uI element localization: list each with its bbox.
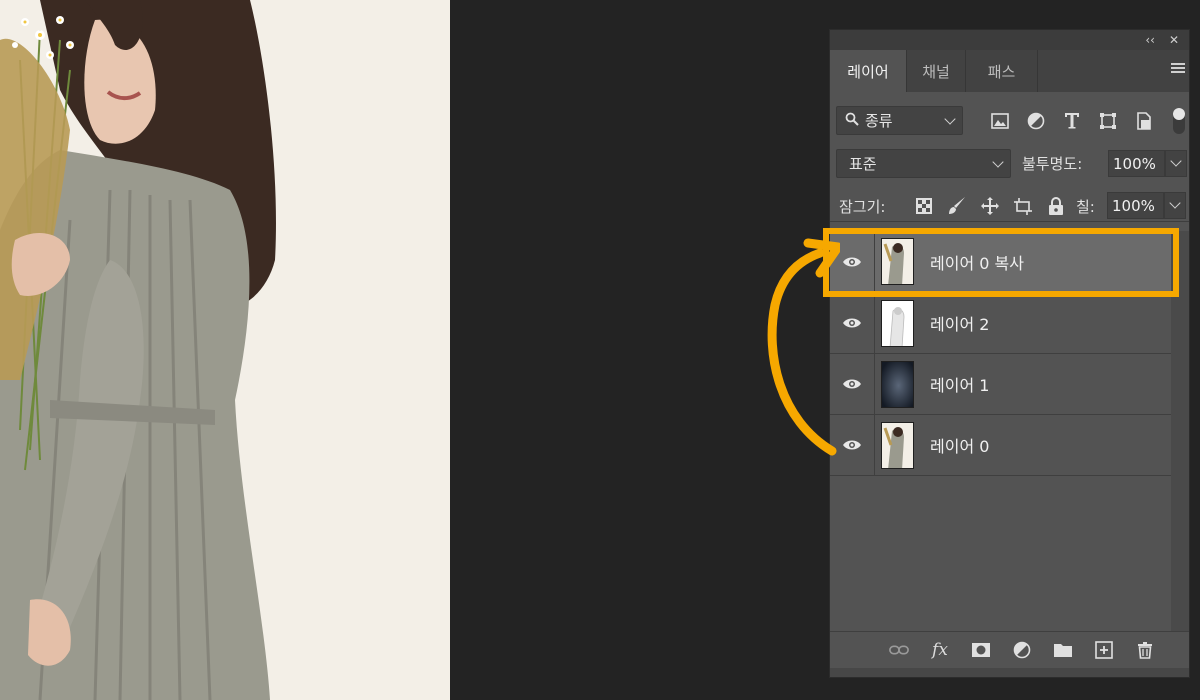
lock-row: 잠그기: 칠: 100% <box>830 191 1189 222</box>
fill-input[interactable]: 100% <box>1107 192 1164 219</box>
folder-icon[interactable] <box>1053 640 1073 660</box>
layer-thumbnail <box>881 238 914 285</box>
lock-image-pixels-icon[interactable] <box>947 196 967 216</box>
filter-toggle-switch[interactable] <box>1173 108 1185 134</box>
panel-tab-bar: 레이어 채널 패스 <box>830 50 1189 92</box>
layer-row-layer-0-copy[interactable]: 레이어 0 복사 <box>830 231 1171 293</box>
chevron-down-icon <box>992 156 1004 168</box>
filter-kind-dropdown[interactable]: 종류 <box>836 106 963 135</box>
lock-label: 잠그기: <box>839 198 886 216</box>
layers-panel: ‹‹ ✕ 레이어 채널 패스 종류 표준 불투명도: 100% 잠그기: 칠: … <box>829 29 1190 678</box>
type-filter-icon[interactable] <box>1062 111 1081 130</box>
lock-all-icon[interactable] <box>1046 196 1066 216</box>
layers-bottom-toolbar: fx <box>830 631 1189 668</box>
tab-paths[interactable]: 패스 <box>966 50 1038 92</box>
visibility-eye-icon[interactable] <box>830 414 875 476</box>
layer-thumbnail <box>881 299 914 347</box>
new-layer-icon[interactable] <box>1094 640 1114 660</box>
visibility-eye-icon[interactable] <box>830 353 875 415</box>
smart-object-filter-icon[interactable] <box>1134 111 1153 130</box>
collapse-panel-button[interactable]: ‹‹ <box>1145 30 1155 50</box>
layer-name: 레이어 1 <box>930 376 990 395</box>
layer-filter-row: 종류 <box>836 106 1185 135</box>
layer-row-layer-0[interactable]: 레이어 0 <box>830 414 1171 476</box>
fx-icon[interactable]: fx <box>930 640 950 660</box>
search-icon <box>845 112 865 130</box>
layer-name: 레이어 0 복사 <box>930 253 1024 273</box>
trash-icon[interactable] <box>1135 640 1155 660</box>
shape-filter-icon[interactable] <box>1098 111 1117 130</box>
woman-with-flowers-image <box>0 0 450 700</box>
fill-dropdown-button[interactable] <box>1164 192 1186 219</box>
panel-menu-icon[interactable] <box>1171 63 1185 77</box>
lock-position-icon[interactable] <box>980 196 1000 216</box>
layer-thumbnail <box>881 421 914 469</box>
blend-row: 표준 불투명도: 100% <box>836 149 1187 178</box>
lock-transparent-pixels-icon[interactable] <box>914 196 934 216</box>
panel-title-bar: ‹‹ ✕ <box>830 30 1189 50</box>
layer-thumbnail <box>881 360 914 408</box>
canvas-photo <box>0 0 450 700</box>
layers-scrollbar[interactable] <box>1171 231 1189 631</box>
layer-name: 레이어 2 <box>930 315 990 334</box>
visibility-eye-icon[interactable] <box>830 231 875 292</box>
opacity-input[interactable]: 100% <box>1108 150 1165 177</box>
opacity-dropdown-button[interactable] <box>1165 150 1187 177</box>
fill-label: 칠: <box>1076 198 1095 216</box>
layer-row-layer-1[interactable]: 레이어 1 <box>830 353 1171 415</box>
mask-icon[interactable] <box>971 640 991 660</box>
lock-artboard-icon[interactable] <box>1013 196 1033 216</box>
chevron-down-icon <box>944 113 956 125</box>
layer-name: 레이어 0 <box>930 437 990 456</box>
curved-arrow-annotation <box>767 238 840 456</box>
close-panel-button[interactable]: ✕ <box>1169 30 1179 50</box>
tab-layers[interactable]: 레이어 <box>830 50 907 92</box>
blend-mode-value: 표준 <box>849 155 877 173</box>
adjustment-icon[interactable] <box>1012 640 1032 660</box>
image-filter-icon[interactable] <box>990 111 1009 130</box>
tab-channels[interactable]: 채널 <box>907 50 966 92</box>
link-icon[interactable] <box>889 640 909 660</box>
visibility-eye-icon[interactable] <box>830 292 875 354</box>
panel-resize-grip[interactable] <box>830 668 1189 677</box>
adjustment-filter-icon[interactable] <box>1026 111 1045 130</box>
blend-mode-dropdown[interactable]: 표준 <box>836 149 1011 178</box>
filter-kind-label: 종류 <box>865 112 893 130</box>
layer-row-layer-2[interactable]: 레이어 2 <box>830 292 1171 354</box>
layers-list: 레이어 0 복사 레이어 2 레이어 1 레이어 0 <box>830 231 1171 476</box>
opacity-label: 불투명도: <box>1022 155 1083 173</box>
